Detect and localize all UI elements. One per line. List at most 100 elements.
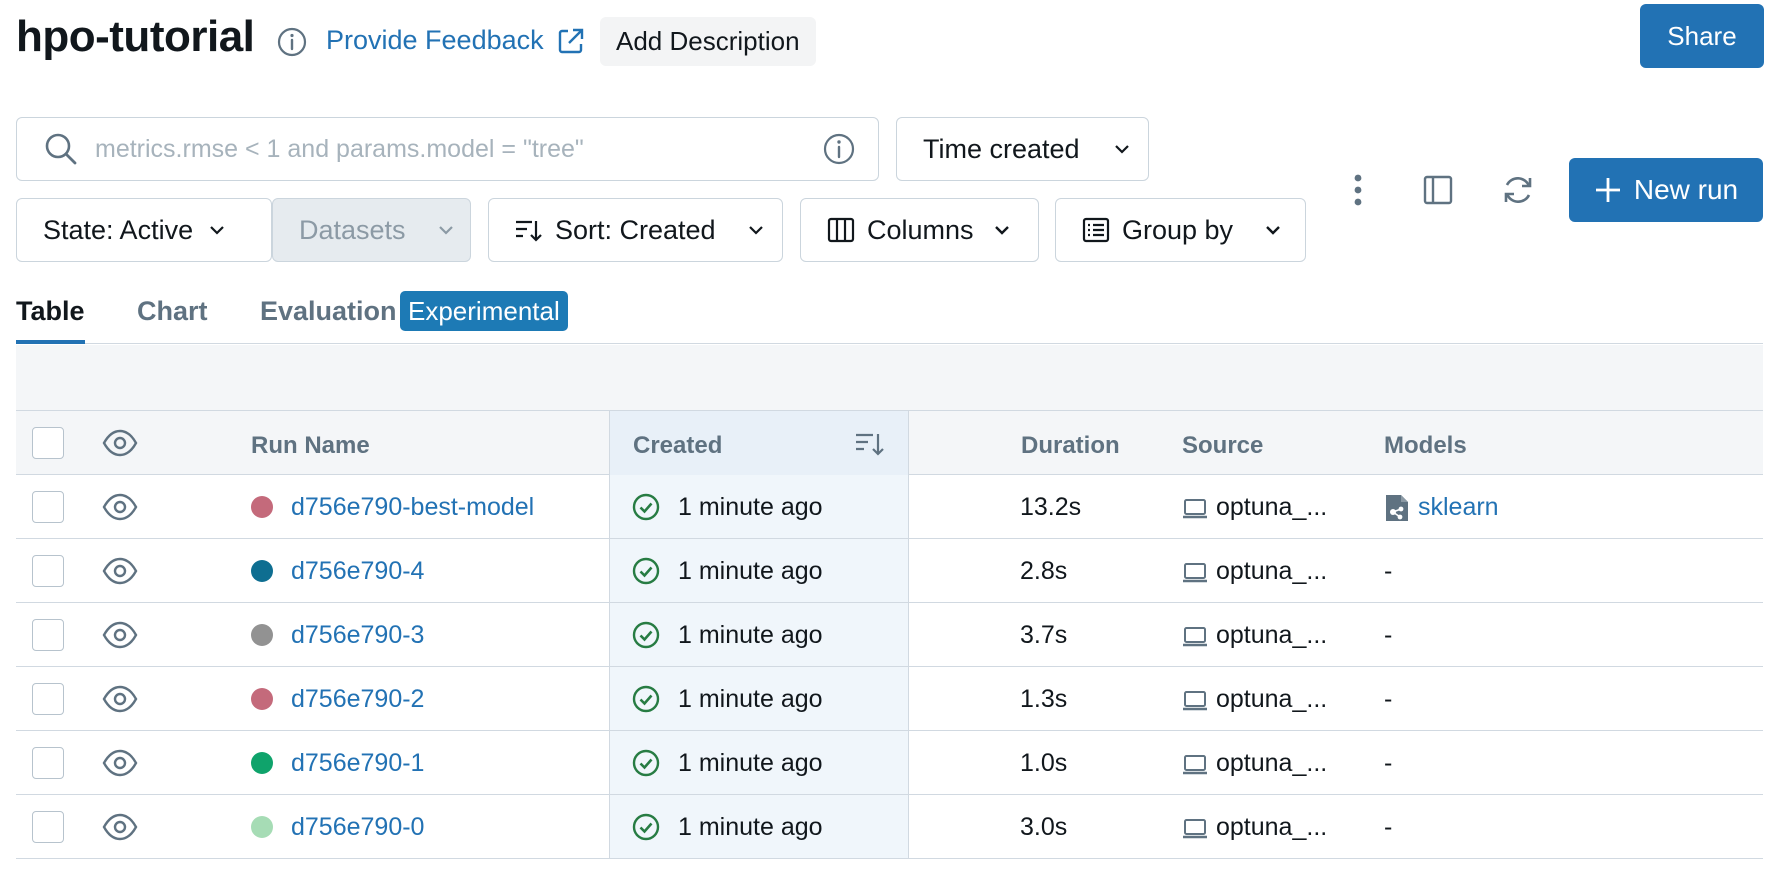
group-by-icon (1082, 217, 1110, 243)
source-value[interactable]: optuna_... (1216, 813, 1327, 842)
model-file-icon (1386, 495, 1408, 521)
table-row[interactable]: d756e790-2 1 minute ago 1.3s optuna_... - (16, 667, 1763, 731)
model-link[interactable]: sklearn (1418, 493, 1499, 522)
sort-label: Sort: Created (555, 214, 716, 245)
source-value[interactable]: optuna_... (1216, 557, 1327, 586)
model-empty-value: - (1384, 685, 1393, 713)
add-description-button[interactable]: Add Description (600, 17, 816, 66)
tab-evaluation[interactable]: Evaluation (260, 296, 397, 344)
models-header[interactable]: Models (1384, 432, 1467, 460)
run-name-link[interactable]: d756e790-1 (291, 749, 424, 778)
source-header[interactable]: Source (1182, 432, 1263, 460)
search-info-icon[interactable] (822, 132, 856, 166)
sort-dropdown[interactable]: Sort: Created (488, 198, 783, 262)
search-input[interactable]: metrics.rmse < 1 and params.model = "tre… (16, 117, 879, 181)
more-options-button[interactable] (1336, 168, 1380, 212)
sidebar-panel-icon (1423, 175, 1453, 205)
columns-dropdown[interactable]: Columns (800, 198, 1039, 262)
sort-descending-icon[interactable] (853, 427, 885, 459)
datasets-dropdown[interactable]: Datasets (272, 198, 471, 262)
source-value[interactable]: optuna_... (1216, 493, 1327, 522)
columns-icon (827, 217, 855, 243)
created-header[interactable]: Created (633, 432, 722, 460)
provide-feedback-link[interactable]: Provide Feedback (326, 25, 586, 56)
duration-value: 1.0s (1020, 749, 1068, 777)
refresh-button[interactable] (1496, 168, 1540, 212)
run-color-dot (251, 496, 273, 518)
duration-header[interactable]: Duration (1021, 432, 1120, 460)
created-value: 1 minute ago (678, 685, 823, 713)
run-name-link[interactable]: d756e790-2 (291, 685, 424, 714)
model-empty-value: - (1384, 813, 1393, 841)
row-checkbox[interactable] (32, 747, 64, 779)
check-circle-icon (632, 749, 660, 777)
share-button[interactable]: Share (1640, 4, 1764, 68)
toggle-all-visibility-icon[interactable] (102, 425, 138, 461)
external-link-icon (558, 28, 583, 53)
source-value[interactable]: optuna_... (1216, 749, 1327, 778)
run-name-link[interactable]: d756e790-3 (291, 621, 424, 650)
experiment-title: hpo-tutorial (16, 12, 255, 61)
tab-table[interactable]: Table (16, 296, 85, 344)
run-name-link[interactable]: d756e790-0 (291, 813, 424, 842)
laptop-icon (1183, 563, 1207, 583)
chevron-down-icon (210, 226, 224, 235)
check-circle-icon (632, 493, 660, 521)
search-placeholder: metrics.rmse < 1 and params.model = "tre… (95, 134, 584, 163)
check-circle-icon (632, 813, 660, 841)
source-value[interactable]: optuna_... (1216, 685, 1327, 714)
run-name-link[interactable]: d756e790-best-model (291, 493, 534, 522)
run-name-header[interactable]: Run Name (251, 432, 370, 460)
created-value: 1 minute ago (678, 813, 823, 841)
select-all-checkbox[interactable] (32, 427, 64, 459)
datasets-label: Datasets (299, 214, 406, 245)
row-checkbox[interactable] (32, 683, 64, 715)
run-color-dot (251, 624, 273, 646)
row-checkbox[interactable] (32, 491, 64, 523)
run-color-dot (251, 752, 273, 774)
columns-label: Columns (867, 214, 974, 245)
eye-icon[interactable] (102, 681, 138, 717)
row-checkbox[interactable] (32, 619, 64, 651)
group-by-label: Group by (1122, 214, 1234, 245)
table-toolbar-area (16, 345, 1763, 411)
new-run-button[interactable]: New run (1569, 158, 1763, 222)
tab-chart[interactable]: Chart (137, 296, 208, 344)
run-color-dot (251, 688, 273, 710)
row-checkbox[interactable] (32, 811, 64, 843)
laptop-icon (1183, 755, 1207, 775)
state-filter-dropdown[interactable]: State: Active (16, 198, 272, 262)
info-icon[interactable] (276, 26, 308, 58)
created-value: 1 minute ago (678, 621, 823, 649)
experimental-badge: Experimental (400, 291, 568, 331)
eye-icon[interactable] (102, 809, 138, 845)
kebab-menu-icon (1354, 174, 1362, 206)
time-created-dropdown[interactable]: Time created (896, 117, 1149, 181)
check-circle-icon (632, 557, 660, 585)
toggle-sidebar-button[interactable] (1416, 168, 1460, 212)
source-value[interactable]: optuna_... (1216, 621, 1327, 650)
sort-icon (516, 220, 542, 242)
group-by-dropdown[interactable]: Group by (1055, 198, 1306, 262)
duration-value: 13.2s (1020, 493, 1082, 521)
table-row[interactable]: d756e790-best-model 1 minute ago 13.2s optu… (16, 475, 1763, 539)
time-created-label: Time created (923, 133, 1080, 164)
table-row[interactable]: d756e790-3 1 minute ago 3.7s optuna_... - (16, 603, 1763, 667)
check-circle-icon (632, 685, 660, 713)
eye-icon[interactable] (102, 553, 138, 589)
run-name-link[interactable]: d756e790-4 (291, 557, 424, 586)
row-checkbox[interactable] (32, 555, 64, 587)
eye-icon[interactable] (102, 617, 138, 653)
eye-icon[interactable] (102, 489, 138, 525)
chevron-down-icon (748, 226, 763, 235)
laptop-icon (1183, 627, 1207, 647)
laptop-icon (1183, 819, 1207, 839)
run-color-dot (251, 560, 273, 582)
table-row[interactable]: d756e790-4 1 minute ago 2.8s optuna_... - (16, 539, 1763, 603)
eye-icon[interactable] (102, 745, 138, 781)
table-row[interactable]: d756e790-0 1 minute ago 3.0s optuna_... - (16, 795, 1763, 859)
plus-icon (1595, 178, 1620, 202)
duration-value: 3.7s (1020, 621, 1068, 649)
search-icon (45, 133, 77, 165)
table-row[interactable]: d756e790-1 1 minute ago 1.0s optuna_... - (16, 731, 1763, 795)
